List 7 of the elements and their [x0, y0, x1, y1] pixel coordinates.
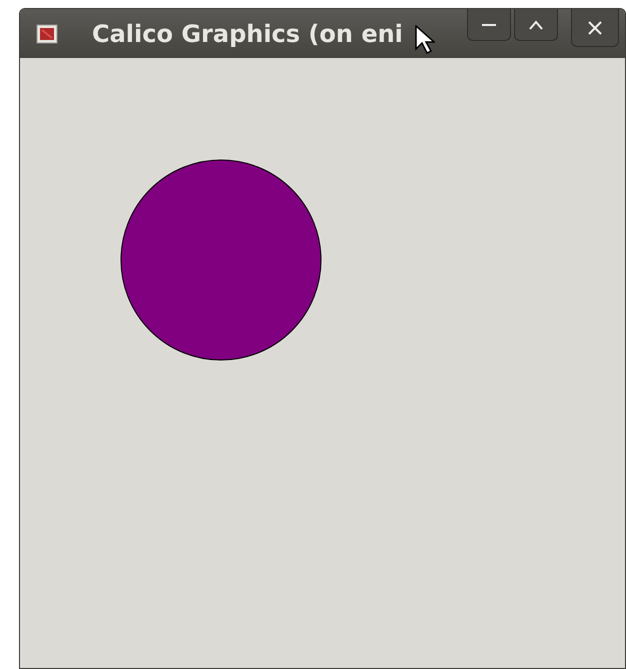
maximize-button[interactable] — [514, 9, 558, 41]
close-button[interactable] — [571, 9, 619, 47]
mouse-cursor-icon — [415, 25, 435, 55]
app-icon — [36, 24, 58, 44]
window-title: Calico Graphics (on eni — [92, 20, 403, 48]
close-icon — [586, 18, 604, 36]
caret-up-icon — [527, 18, 545, 30]
